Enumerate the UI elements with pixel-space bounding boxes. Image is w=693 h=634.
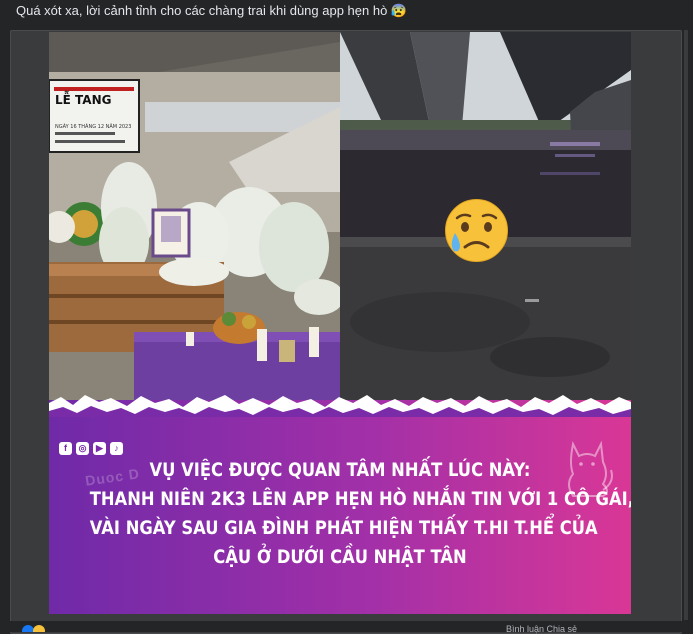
social-icons: f ◎ ▶ ♪ <box>59 442 123 455</box>
sad-relieved-face-icon <box>445 199 508 262</box>
scrollbar[interactable] <box>684 30 688 620</box>
torn-paper-edge <box>49 395 631 417</box>
post-image[interactable]: LỄ TANG NGÀY 16 THÁNG 12 NĂM 2023 f ◎ ▶ … <box>49 32 631 614</box>
headline-text: VỤ VIỆC ĐƯỢC QUAN TÂM NHẤT LÚC NÀY: THAN… <box>89 456 631 572</box>
post-caption: Quá xót xa, lời cảnh tỉnh cho các chàng … <box>16 3 408 18</box>
facebook-icon: f <box>59 442 72 455</box>
reaction-icons[interactable] <box>22 623 62 632</box>
post-footer <box>0 621 693 632</box>
tiktok-icon: ♪ <box>110 442 123 455</box>
footer-actions-text[interactable]: Bình luận Chia sẻ <box>506 624 577 634</box>
haha-reaction-icon <box>33 625 45 632</box>
instagram-icon: ◎ <box>76 442 89 455</box>
funeral-sign-date: NGÀY 16 THÁNG 12 NĂM 2023 <box>55 123 131 130</box>
headline-line-3: VÀI NGÀY SAU GIA ĐÌNH PHÁT HIỆN THẤY T.H… <box>89 517 598 539</box>
headline-line-4: CẬU Ở DƯỚI CẦU NHẬT TÂN <box>213 546 467 568</box>
headline-line-1: VỤ VIỆC ĐƯỢC QUAN TÂM NHẤT LÚC NÀY: <box>149 459 531 481</box>
like-reaction-icon <box>22 625 34 632</box>
headline-line-2: THANH NIÊN 2K3 LÊN APP HẸN HÒ NHẮN TIN V… <box>89 488 631 510</box>
funeral-photo: LỄ TANG NGÀY 16 THÁNG 12 NĂM 2023 <box>49 32 340 412</box>
youtube-icon: ▶ <box>93 442 106 455</box>
funeral-sign-text: LỄ TANG <box>55 91 111 107</box>
